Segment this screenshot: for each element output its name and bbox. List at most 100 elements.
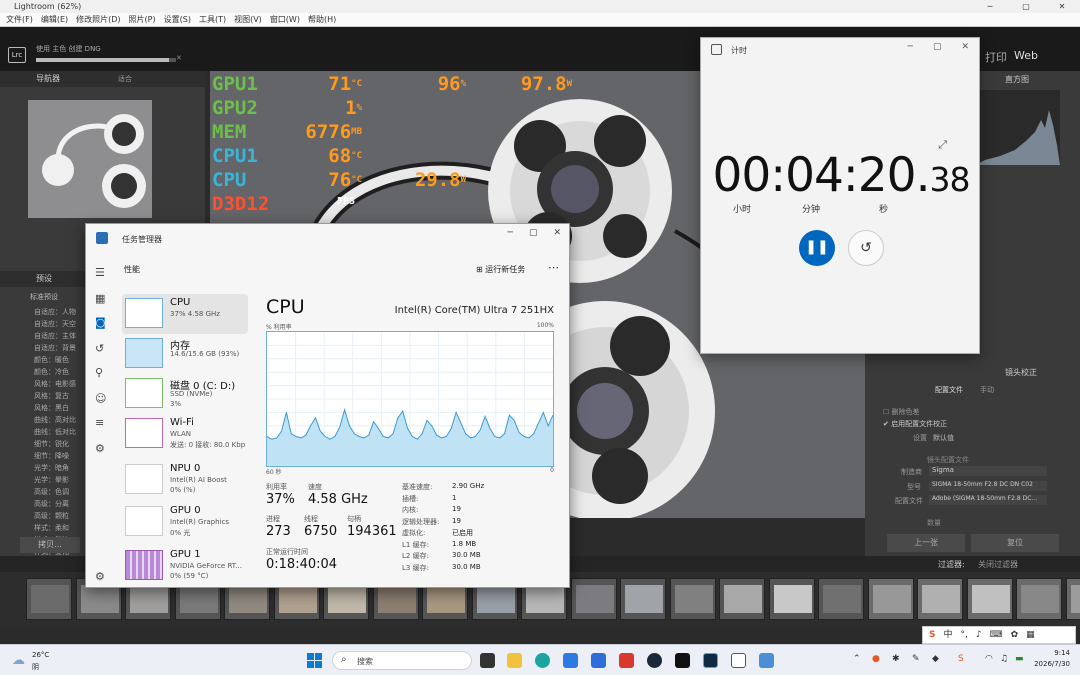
ime-mode-chinese[interactable]: 中: [943, 627, 952, 643]
preset-item[interactable]: 细节：降噪: [34, 451, 69, 461]
cloud-icon[interactable]: ☁: [12, 653, 25, 668]
lens-correction-label[interactable]: 镜头校正: [1005, 367, 1037, 378]
sogou-icon[interactable]: S: [929, 627, 935, 643]
filter-select[interactable]: 关闭过滤器: [978, 559, 1018, 570]
enable-profile-checkbox[interactable]: ✔ 启用配置文件校正: [883, 419, 947, 429]
preset-item[interactable]: 自适应：人物: [34, 307, 76, 317]
minimize-button[interactable]: ─: [972, 0, 1008, 13]
device-item[interactable]: CPU 37% 4.58 GHz: [122, 294, 248, 334]
device-item[interactable]: 内存 14.6/15.6 GB (93%): [122, 334, 248, 374]
menu-settings[interactable]: 设置(S): [164, 13, 191, 26]
filmstrip-thumbnail[interactable]: [966, 578, 1013, 620]
device-item[interactable]: 磁盘 0 (C: D:) SSD (NVMe) 3%: [122, 374, 248, 414]
activity-close-icon[interactable]: ✕: [176, 54, 182, 62]
copy-button[interactable]: 拷贝...: [20, 537, 80, 553]
tray-pen-icon[interactable]: ✎: [912, 654, 920, 664]
menu-help[interactable]: 帮助(H): [308, 13, 336, 26]
module-print[interactable]: 打印: [985, 49, 1007, 65]
profile-select[interactable]: Adobe (SIGMA 18-50mm F2.8 DC...: [929, 495, 1047, 505]
preset-item[interactable]: 风格：黑白: [34, 403, 69, 413]
task-view-icon[interactable]: [480, 653, 495, 668]
start-windows-icon[interactable]: [307, 653, 322, 668]
filmstrip-thumbnail[interactable]: [719, 578, 765, 620]
filmstrip-thumbnail[interactable]: [867, 578, 914, 620]
lightroom-icon[interactable]: [703, 653, 718, 668]
mail-icon[interactable]: [591, 653, 606, 668]
tray-app-icon[interactable]: ●: [872, 654, 880, 664]
filmstrip-thumbnail[interactable]: [917, 578, 963, 620]
maximize-button[interactable]: ▢: [529, 228, 538, 238]
preset-item[interactable]: 高级：色调: [34, 487, 69, 497]
device-item[interactable]: GPU 0 Intel(R) Graphics 0% 光: [122, 502, 248, 542]
preset-item[interactable]: 曲线：高对比: [34, 415, 76, 425]
performance-icon[interactable]: ◙: [95, 316, 106, 329]
tray-nvidia-icon[interactable]: ◆: [932, 654, 939, 664]
menu-view[interactable]: 视图(V): [234, 13, 262, 26]
navigator-preview[interactable]: [28, 100, 152, 218]
device-item[interactable]: GPU 1 NVIDIA GeForce RT... 0% (59 °C): [122, 546, 248, 586]
filmstrip-thumbnail[interactable]: [768, 578, 815, 620]
filmstrip-thumbnail[interactable]: [620, 578, 666, 620]
app-history-icon[interactable]: ↺: [95, 342, 104, 355]
preset-item[interactable]: 样式：柔和: [34, 523, 69, 533]
tab-profile[interactable]: 配置文件: [935, 385, 963, 395]
edge-icon[interactable]: [535, 653, 550, 668]
photos-icon[interactable]: [759, 653, 774, 668]
file-explorer-icon[interactable]: [507, 653, 522, 668]
weather-temperature[interactable]: 26°C: [32, 651, 49, 659]
preset-group[interactable]: 标准预设: [30, 292, 58, 302]
tray-bluetooth-icon[interactable]: ✱: [892, 654, 900, 664]
users-icon[interactable]: ☺: [95, 392, 106, 405]
menu-window[interactable]: 窗口(W): [270, 13, 300, 26]
preset-item[interactable]: 自适应：天空: [34, 319, 76, 329]
processes-icon[interactable]: ▦: [95, 292, 105, 305]
hamburger-icon[interactable]: ☰: [95, 266, 105, 279]
menu-develop[interactable]: 修改照片(D): [76, 13, 120, 26]
clock-icon[interactable]: [731, 653, 746, 668]
clock-date[interactable]: 2026/7/30: [1034, 660, 1070, 668]
module-web[interactable]: Web: [1014, 49, 1038, 62]
preset-item[interactable]: 自适应：背景: [34, 343, 76, 353]
wifi-icon[interactable]: ◠: [985, 654, 993, 664]
clock-time[interactable]: 9:14: [1054, 649, 1070, 657]
wps-icon[interactable]: [619, 653, 634, 668]
search-box[interactable]: ⌕ 搜索: [332, 651, 472, 670]
preset-item[interactable]: 颜色：冷色: [34, 367, 69, 377]
preset-item[interactable]: 高级：颗粒: [34, 511, 69, 521]
steam-icon[interactable]: [647, 653, 662, 668]
navigator-fit[interactable]: 适合: [118, 71, 132, 87]
previous-button[interactable]: 上一张: [887, 534, 965, 552]
menu-tools[interactable]: 工具(T): [199, 13, 226, 26]
close-button[interactable]: ✕: [553, 228, 561, 238]
details-icon[interactable]: ≡: [95, 416, 104, 429]
minimize-button[interactable]: ─: [508, 228, 513, 238]
preset-item[interactable]: 曲线：低对比: [34, 427, 76, 437]
skin-icon[interactable]: ✿: [1011, 627, 1019, 643]
close-button[interactable]: ✕: [961, 42, 969, 52]
toolbox-icon[interactable]: ▦: [1026, 627, 1035, 643]
pause-button[interactable]: ❚❚: [799, 230, 835, 266]
battery-icon[interactable]: ▬: [1015, 654, 1024, 664]
minimize-button[interactable]: ─: [908, 42, 913, 52]
preset-item[interactable]: 自适应：主体: [34, 331, 76, 341]
microphone-icon[interactable]: ♪: [976, 627, 982, 643]
preset-item[interactable]: 高级：分离: [34, 499, 69, 509]
preset-item[interactable]: 风格：电影感: [34, 379, 76, 389]
preset-item[interactable]: 颜色：暖色: [34, 355, 69, 365]
store-icon[interactable]: [563, 653, 578, 668]
run-new-task-button[interactable]: ⊞ 运行新任务: [476, 264, 525, 275]
filmstrip-thumbnail[interactable]: [26, 578, 72, 620]
navigator-header[interactable]: 导航器 适合: [0, 71, 205, 87]
volume-icon[interactable]: ♫: [1000, 654, 1008, 664]
legion-icon[interactable]: [675, 653, 690, 668]
close-button[interactable]: ✕: [1044, 0, 1080, 13]
keyboard-icon[interactable]: ⌨: [990, 627, 1003, 643]
make-select[interactable]: Sigma: [929, 466, 1047, 476]
setup-value[interactable]: 默认值: [933, 433, 954, 443]
filmstrip-thumbnail[interactable]: [669, 578, 716, 620]
punctuation-icon[interactable]: °,: [961, 627, 968, 643]
filmstrip-thumbnail[interactable]: [818, 578, 864, 620]
services-icon[interactable]: ⚙: [95, 442, 105, 455]
startup-icon[interactable]: ⚲: [95, 366, 103, 379]
menu-photo[interactable]: 照片(P): [129, 13, 156, 26]
